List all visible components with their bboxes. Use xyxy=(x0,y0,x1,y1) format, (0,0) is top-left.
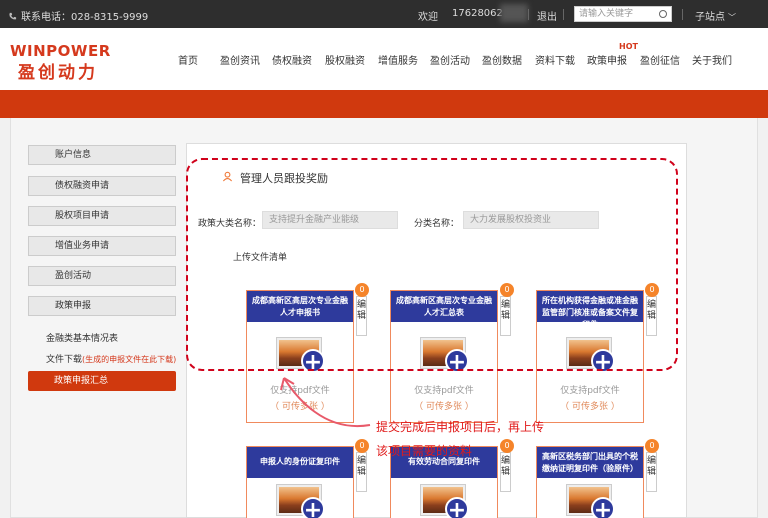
nav-item-downloads[interactable]: 资料下载 xyxy=(535,52,575,67)
hot-badge: HOT xyxy=(619,42,638,51)
nav-item-about[interactable]: 关于我们 xyxy=(692,52,732,67)
header: WINPOWER 盈创动力 首页 盈创资讯 债权融资 股权融资 增值服务 盈创活… xyxy=(0,28,768,90)
file-count-badge: 0 xyxy=(355,439,369,453)
download-note: (生成的申报文件在此下载) xyxy=(82,355,177,364)
phone-icon xyxy=(9,12,17,20)
file-count-badge: 0 xyxy=(500,439,514,453)
sidebar-item-policy-summary[interactable]: 政策申报汇总 xyxy=(28,371,176,391)
card-note: 仅支持pdf文件 xyxy=(414,386,474,396)
edit-tab[interactable]: 编辑 xyxy=(356,452,367,492)
sidebar-item-debt[interactable]: 债权融资申请 xyxy=(28,176,176,196)
nav-item-debt[interactable]: 债权融资 xyxy=(272,52,312,67)
card-title: 申报人的身份证复印件 xyxy=(247,447,353,478)
card-multi-note: （ 可传多张 ） xyxy=(560,402,620,412)
user-account[interactable]: 17628062 xyxy=(452,8,503,19)
sidebar-item-account[interactable]: 账户信息 xyxy=(28,145,176,165)
annotation-arrow-icon xyxy=(280,377,371,428)
divider xyxy=(528,9,529,20)
divider xyxy=(682,9,683,20)
card-multi-note: （ 可传多张 ） xyxy=(414,402,474,412)
chevron-down-icon: ﹀ xyxy=(728,13,736,22)
add-file-icon[interactable]: + xyxy=(445,497,469,518)
sub-link-download-label: 文件下载 xyxy=(46,355,83,365)
nav-item-news[interactable]: 盈创资讯 xyxy=(220,52,260,67)
add-file-icon[interactable]: + xyxy=(301,497,325,518)
sidebar-item-activities[interactable]: 盈创活动 xyxy=(28,266,176,286)
highlight-dashed-box xyxy=(186,158,678,371)
sidebar-item-policy[interactable]: 政策申报 xyxy=(28,296,176,316)
banner xyxy=(0,90,768,118)
nav-item-data[interactable]: 盈创数据 xyxy=(482,52,522,67)
logo-chinese[interactable]: 盈创动力 xyxy=(18,58,98,83)
upload-card[interactable]: 申报人的身份证复印件 + xyxy=(246,446,354,518)
redacted-block xyxy=(500,4,528,22)
nav-item-activities[interactable]: 盈创活动 xyxy=(430,52,470,67)
top-bar: 联系电话：028-8315-9999 欢迎 17628062 退出 请输入关键字… xyxy=(0,0,768,28)
search-placeholder: 请输入关键字 xyxy=(579,9,634,19)
contact-phone: 联系电话：028-8315-9999 xyxy=(8,8,148,23)
sidebar-item-equity[interactable]: 股权项目申请 xyxy=(28,206,176,226)
logout-link[interactable]: 退出 xyxy=(537,8,557,23)
annotation-line-2: 该项目需要的资料 xyxy=(376,444,473,458)
edit-tab[interactable]: 编辑 xyxy=(500,452,511,492)
contact-phone-text: 联系电话：028-8315-9999 xyxy=(21,12,149,23)
nav-item-home[interactable]: 首页 xyxy=(178,52,198,67)
add-file-icon[interactable]: + xyxy=(591,497,615,518)
sub-link-download[interactable]: 文件下载(生成的申报文件在此下载) xyxy=(46,352,176,365)
search-icon[interactable] xyxy=(659,10,667,18)
nav-item-credit[interactable]: 盈创征信 xyxy=(640,52,680,67)
search-input[interactable]: 请输入关键字 xyxy=(574,6,672,22)
substation-label: 子站点 xyxy=(695,12,725,23)
substation-dropdown[interactable]: 子站点 ﹀ xyxy=(695,8,736,23)
nav-item-services[interactable]: 增值服务 xyxy=(378,52,418,67)
card-note: 仅支持pdf文件 xyxy=(560,386,620,396)
annotation-line-1: 提交完成后申报项目后，再上传 xyxy=(376,420,545,434)
upload-card[interactable]: 高新区税务部门出具的个税缴纳证明复印件（验原件） + xyxy=(536,446,644,518)
nav-item-equity[interactable]: 股权融资 xyxy=(325,52,365,67)
card-title: 高新区税务部门出具的个税缴纳证明复印件（验原件） xyxy=(537,447,643,478)
divider xyxy=(563,9,564,20)
file-count-badge: 0 xyxy=(645,439,659,453)
sidebar-item-services[interactable]: 增值业务申请 xyxy=(28,236,176,256)
welcome-text: 欢迎 xyxy=(418,12,438,23)
nav-item-policy[interactable]: 政策申报 xyxy=(587,52,627,67)
sub-link-basic-table[interactable]: 金融类基本情况表 xyxy=(46,331,118,344)
edit-tab[interactable]: 编辑 xyxy=(646,452,657,492)
